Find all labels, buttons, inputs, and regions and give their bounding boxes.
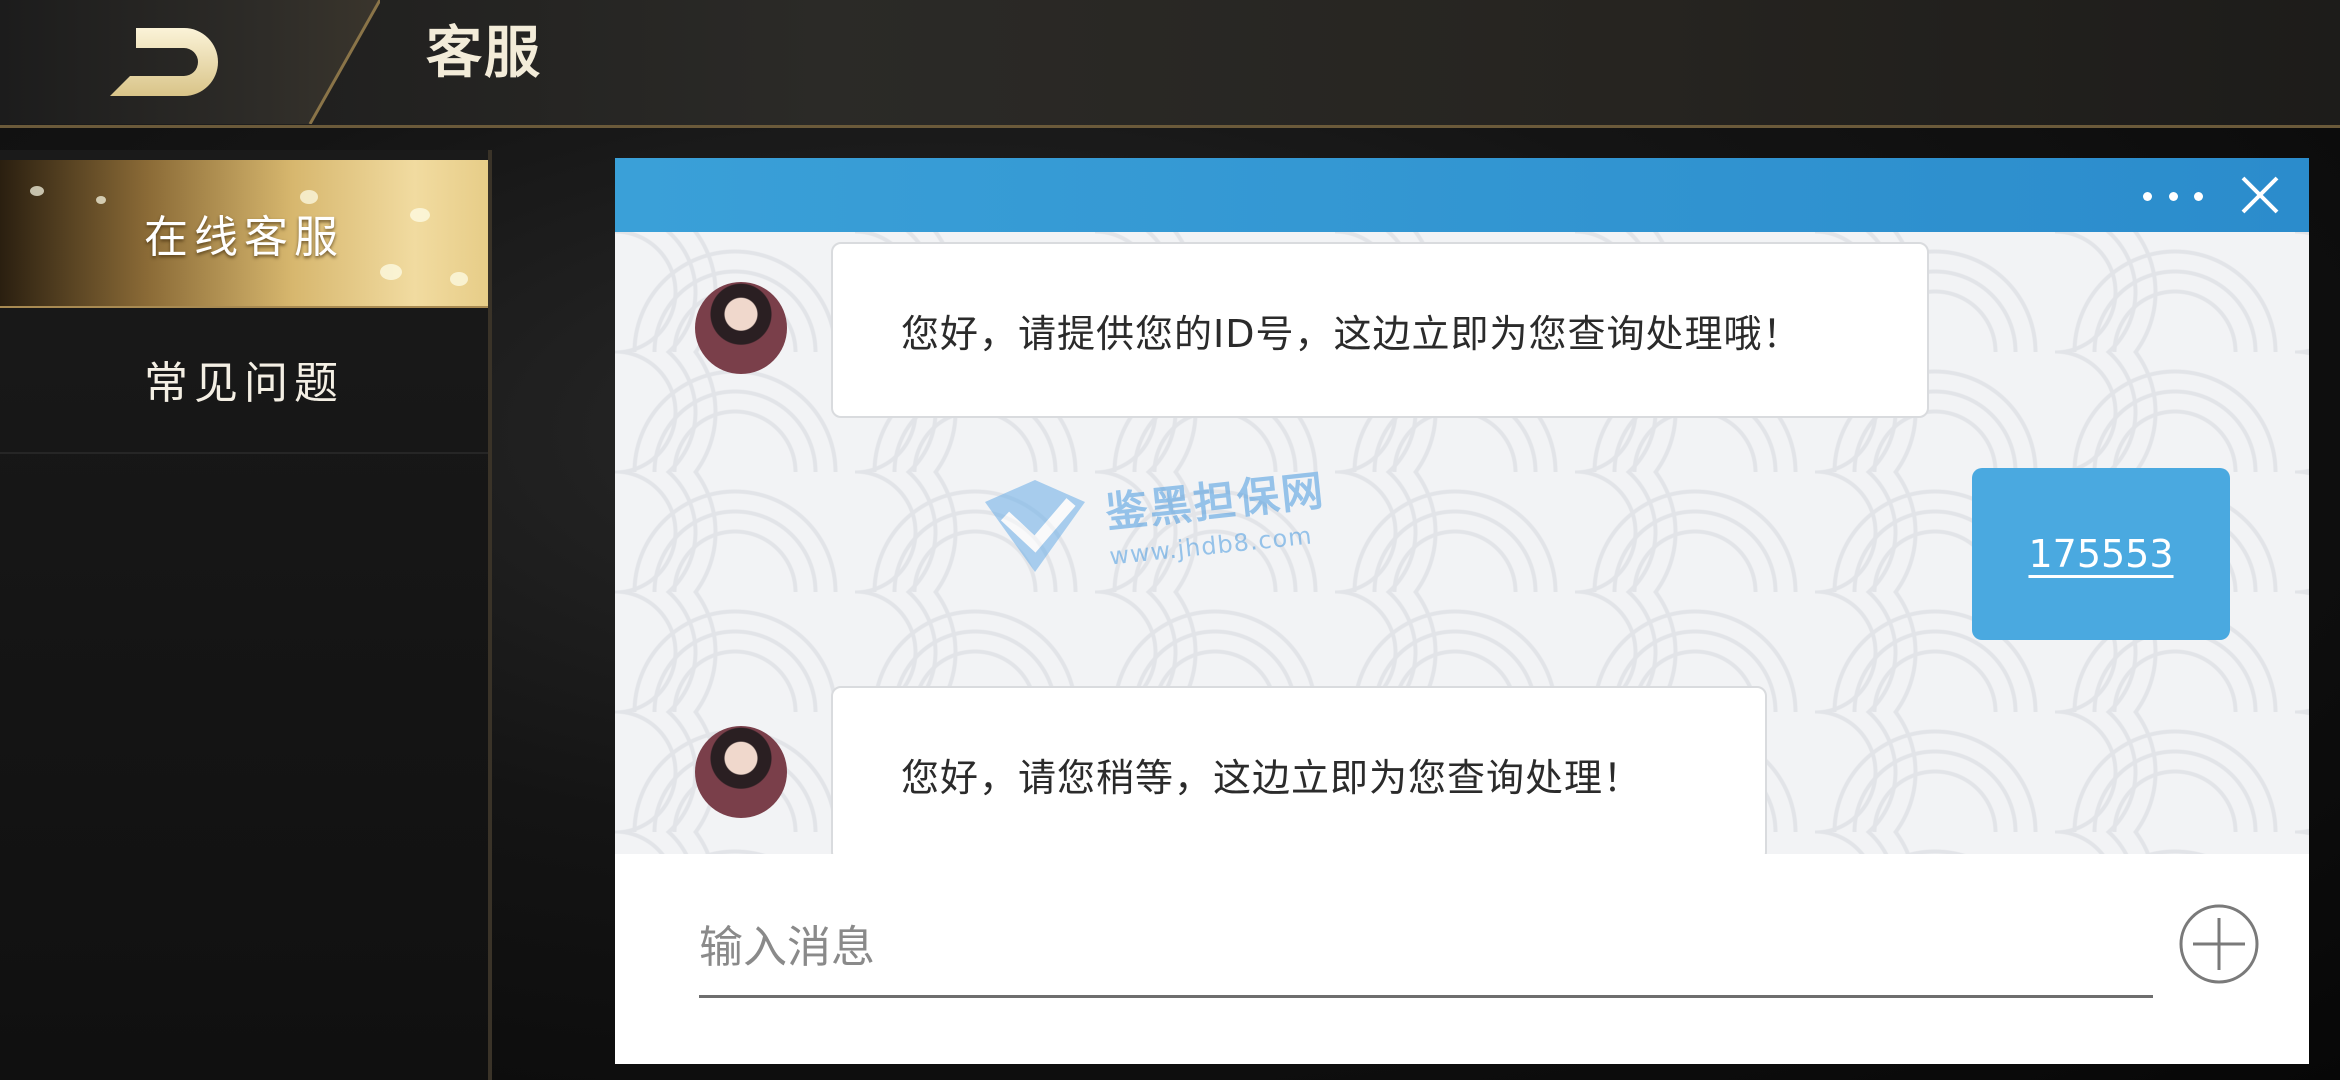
more-dots-icon	[2194, 191, 2203, 201]
sparkle-decoration	[380, 264, 402, 280]
close-button[interactable]	[2237, 172, 2283, 218]
sidebar-item-faq[interactable]: 常见问题	[0, 306, 488, 454]
top-header: 客服	[0, 0, 2340, 128]
watermark: 鉴黑担保网 www.jhdb8.com	[975, 462, 1355, 592]
message-input[interactable]	[699, 900, 2153, 998]
chat-topbar	[615, 158, 2309, 232]
shield-check-icon	[985, 480, 1085, 572]
message-bubble-agent: 您好，请提供您的ID号，这边立即为您查询处理哦！	[831, 242, 1929, 418]
sparkle-decoration	[410, 208, 430, 222]
page-title: 客服	[426, 21, 542, 86]
message-text: 您好，请您稍等，这边立即为您查询处理！	[901, 755, 1643, 800]
plus-circle-icon	[2179, 904, 2259, 984]
more-dots-icon	[2143, 191, 2152, 201]
chat-window: 您好，请提供您的ID号，这边立即为您查询处理哦！ 鉴黑担保网 www.jhdb8…	[615, 158, 2309, 1064]
more-button[interactable]	[2143, 176, 2203, 216]
sidebar-item-online-service[interactable]: 在线客服	[0, 160, 488, 308]
sparkle-decoration	[96, 196, 106, 204]
back-panel	[0, 0, 380, 124]
more-dots-icon	[2168, 191, 2178, 201]
input-area	[615, 854, 2309, 1064]
message-text: 您好，请提供您的ID号，这边立即为您查询处理哦！	[901, 311, 1802, 356]
sidebar-item-label: 在线客服	[144, 212, 344, 263]
add-button[interactable]	[2179, 904, 2259, 984]
sparkle-decoration	[450, 272, 468, 286]
avatar	[695, 726, 787, 818]
sidebar: 在线客服 常见问题	[0, 150, 492, 1080]
message-text: 175553	[2028, 532, 2174, 576]
app-root: 客服 在线客服 常见问题 您好，请提供您的ID号，这边立即为您查询处理哦！ 鉴黑…	[0, 0, 2340, 1080]
sparkle-decoration	[300, 190, 318, 204]
message-bubble-agent: 您好，请您稍等，这边立即为您查询处理！	[831, 686, 1767, 854]
back-arrow-icon	[110, 28, 218, 96]
close-icon	[2241, 176, 2279, 214]
sidebar-item-label: 常见问题	[144, 358, 344, 409]
back-button[interactable]	[110, 24, 222, 100]
message-bubble-user[interactable]: 175553	[1972, 468, 2230, 640]
sparkle-decoration	[30, 186, 44, 196]
message-list[interactable]: 您好，请提供您的ID号，这边立即为您查询处理哦！ 鉴黑担保网 www.jhdb8…	[615, 232, 2309, 854]
avatar	[695, 282, 787, 374]
